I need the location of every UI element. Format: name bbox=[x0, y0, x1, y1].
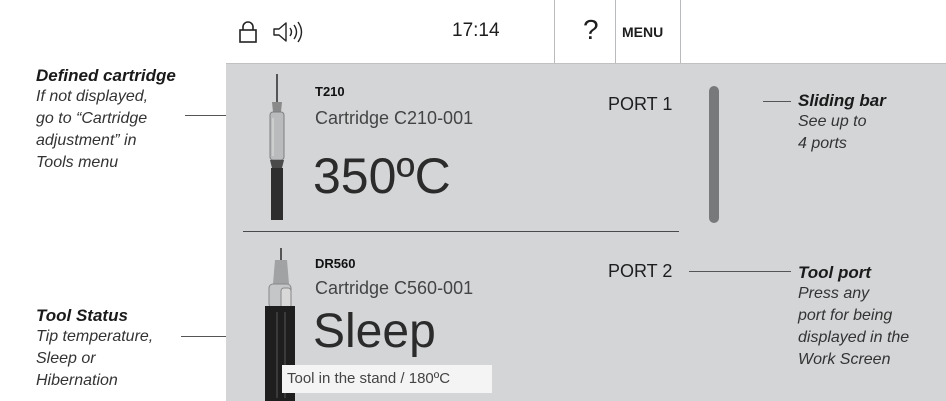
soldering-pencil-icon bbox=[257, 74, 297, 225]
annotation-title: Defined cartridge bbox=[36, 66, 176, 85]
clock: 17:14 bbox=[452, 20, 500, 41]
annotation-line: See up to bbox=[798, 113, 867, 130]
leader-line bbox=[689, 271, 791, 272]
annotation-line: adjustment” in bbox=[36, 132, 137, 149]
leader-line bbox=[763, 101, 791, 102]
annotation-line: Tip temperature, bbox=[36, 328, 154, 345]
annotation-line: Tools menu bbox=[36, 154, 119, 171]
port-label: PORT 1 bbox=[608, 94, 673, 114]
annotation-line: Press any bbox=[798, 285, 870, 302]
annotation-line: If not displayed, bbox=[36, 88, 149, 105]
top-bar-divider bbox=[615, 0, 616, 63]
status-detail-box: Tool in the stand / 180ºC bbox=[282, 365, 492, 393]
annotation-sliding-bar: Sliding bar See up to 4 ports bbox=[798, 91, 946, 155]
top-bar: 17:14 ? MENU bbox=[226, 0, 946, 64]
annotation-line: displayed in the bbox=[798, 329, 910, 346]
annotation-line: Work Screen bbox=[798, 351, 891, 368]
annotation-line: 4 ports bbox=[798, 135, 847, 152]
annotation-line: port for being bbox=[798, 307, 893, 324]
cartridge-label: Cartridge C560-001 bbox=[315, 278, 474, 298]
annotation-tool-port: Tool port Press any port for being displ… bbox=[798, 263, 946, 371]
annotation-line: Sleep or bbox=[36, 350, 96, 367]
menu-button[interactable]: MENU bbox=[622, 24, 663, 40]
help-button[interactable]: ? bbox=[583, 14, 599, 46]
sliding-bar[interactable] bbox=[709, 86, 719, 223]
annotation-line: go to “Cartridge bbox=[36, 110, 148, 127]
tool-status: Sleep bbox=[313, 305, 436, 358]
top-bar-divider bbox=[680, 0, 681, 63]
speaker-icon[interactable] bbox=[272, 21, 312, 48]
status-detail: Tool in the stand / 180ºC bbox=[287, 370, 451, 387]
tip-temperature: 350ºC bbox=[313, 148, 451, 204]
annotation-title: Tool port bbox=[798, 263, 872, 282]
annotation-defined-cartridge: Defined cartridge If not displayed, go t… bbox=[36, 66, 216, 174]
port-card-1[interactable]: T210 Cartridge C210-001 350ºC PORT 1 bbox=[243, 64, 678, 230]
annotation-tool-status: Tool Status Tip temperature, Sleep or Hi… bbox=[36, 306, 216, 392]
top-bar-divider bbox=[554, 0, 555, 63]
annotation-title: Sliding bar bbox=[798, 91, 886, 110]
tool-model: DR560 bbox=[315, 256, 356, 271]
port-label: PORT 2 bbox=[608, 261, 673, 281]
lock-icon[interactable] bbox=[238, 20, 258, 49]
cartridge-label: Cartridge C210-001 bbox=[315, 108, 474, 128]
tool-model: T210 bbox=[315, 84, 345, 99]
annotation-line: Hibernation bbox=[36, 372, 118, 389]
annotation-title: Tool Status bbox=[36, 306, 128, 325]
